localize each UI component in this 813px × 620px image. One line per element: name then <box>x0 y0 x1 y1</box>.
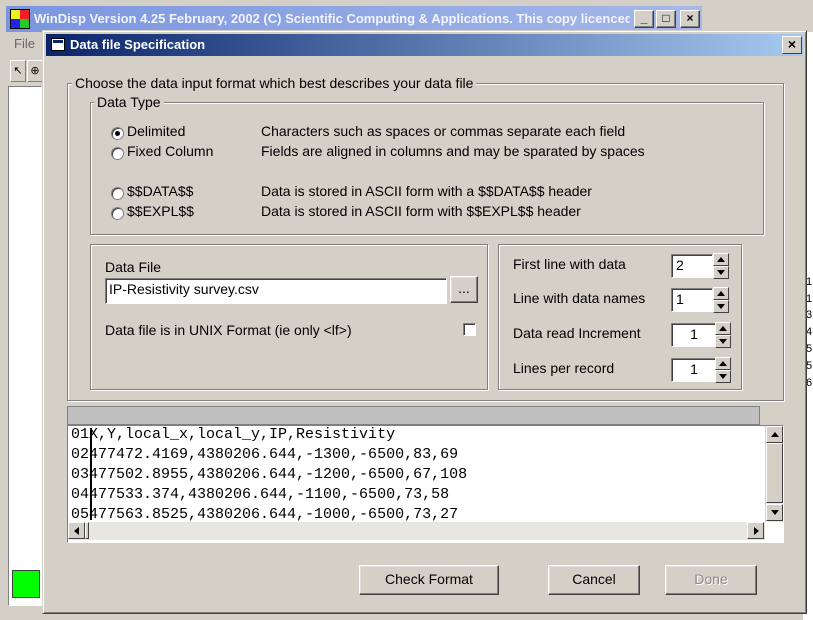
horizontal-scroll-thumb[interactable] <box>85 522 89 539</box>
data-type-group: Data Type Delimited Characters such as s… <box>90 94 764 235</box>
preview-line: 04477533.374,4380206.644,-1100,-6500,73,… <box>71 486 449 503</box>
spin-up-icon[interactable] <box>715 322 731 335</box>
line-text: 477472.4169,4380206.644,-1300,-6500,83,6… <box>89 446 459 463</box>
file-preview-pane[interactable]: 01X,Y,local_x,local_y,IP,Resistivity 024… <box>67 425 784 543</box>
minimize-button[interactable]: _ <box>634 10 654 28</box>
format-group: Choose the data input format which best … <box>67 75 784 401</box>
scroll-left-icon[interactable] <box>68 522 85 539</box>
option-fixed-column-description: Fields are aligned in columns and may be… <box>261 143 645 159</box>
spin-up-icon[interactable] <box>715 357 731 370</box>
spin-down-icon[interactable] <box>713 266 729 279</box>
background-toolbar: ↖ ⊕ <box>10 60 44 84</box>
option-expl-header-label[interactable]: $$EXPL$$ <box>127 203 194 219</box>
line-number: 02 <box>71 446 90 463</box>
increment-label: Data read Increment <box>513 325 641 341</box>
format-group-label: Choose the data input format which best … <box>72 75 477 91</box>
dialog-title: Data file Specification <box>70 37 206 52</box>
pointer-tool-icon[interactable]: ↖ <box>10 60 26 82</box>
radio-fixed-column[interactable] <box>111 147 124 160</box>
increment-spinner[interactable] <box>715 322 731 348</box>
names-line-spinner[interactable] <box>713 287 729 313</box>
spin-up-icon[interactable] <box>713 287 729 300</box>
names-line-label: Line with data names <box>513 290 646 306</box>
data-file-input[interactable]: IP-Resistivity survey.csv <box>105 278 447 304</box>
option-data-header-description: Data is stored in ASCII form with a $$DA… <box>261 183 592 199</box>
lines-per-record-spinner[interactable] <box>715 357 731 383</box>
background-title-bar: WinDisp Version 4.25 February, 2002 (C) … <box>6 6 702 32</box>
dialog-window-icon <box>51 38 65 51</box>
data-type-label: Data Type <box>94 94 164 110</box>
horizontal-scrollbar[interactable] <box>68 522 765 540</box>
spin-up-icon[interactable] <box>713 253 729 266</box>
option-expl-header-description: Data is stored in ASCII form with $$EXPL… <box>261 203 581 219</box>
maximize-button[interactable]: □ <box>656 10 676 28</box>
data-file-group: Data File IP-Resistivity survey.csv ... … <box>90 244 488 390</box>
line-text: 477533.374,4380206.644,-1100,-6500,73,58 <box>89 486 450 503</box>
spin-down-icon[interactable] <box>715 370 731 383</box>
background-window-title: WinDisp Version 4.25 February, 2002 (C) … <box>34 11 630 26</box>
scroll-up-icon[interactable] <box>766 426 783 443</box>
line-number-divider <box>90 428 92 520</box>
cancel-button[interactable]: Cancel <box>548 565 640 595</box>
preview-line: 05477563.8525,4380206.644,-1000,-6500,73… <box>71 506 458 523</box>
scroll-right-icon[interactable] <box>747 522 764 539</box>
first-line-label: First line with data <box>513 256 626 272</box>
line-settings-group: First line with data 2 Line with data na… <box>498 244 742 390</box>
windisp-app-icon <box>10 9 30 29</box>
option-fixed-column-label[interactable]: Fixed Column <box>127 143 213 159</box>
spin-down-icon[interactable] <box>713 300 729 313</box>
menu-file[interactable]: File <box>14 36 35 51</box>
first-line-spinner[interactable] <box>713 253 729 279</box>
names-line-input[interactable]: 1 <box>671 288 713 312</box>
zoom-tool-icon[interactable]: ⊕ <box>27 60 43 82</box>
spin-down-icon[interactable] <box>715 335 731 348</box>
unix-format-label: Data file is in UNIX Format (ie only <lf… <box>105 322 352 338</box>
data-file-label: Data File <box>105 259 162 275</box>
line-number: 05 <box>71 506 90 523</box>
lines-per-record-label: Lines per record <box>513 360 615 376</box>
radio-data-header[interactable] <box>111 187 124 200</box>
radio-delimited[interactable] <box>111 127 124 140</box>
preview-line: 02477472.4169,4380206.644,-1300,-6500,83… <box>71 446 458 463</box>
line-number: 03 <box>71 466 90 483</box>
data-file-specification-dialog: Data file Specification × Choose the dat… <box>42 30 807 614</box>
unix-format-checkbox[interactable] <box>463 323 476 336</box>
browse-button[interactable]: ... <box>450 276 478 303</box>
color-swatch[interactable] <box>12 570 40 598</box>
background-close-button[interactable]: × <box>680 10 700 28</box>
line-text: 477563.8525,4380206.644,-1000,-6500,73,2… <box>89 506 459 523</box>
background-left-panel <box>8 86 42 606</box>
line-number: 04 <box>71 486 90 503</box>
preview-line: 01X,Y,local_x,local_y,IP,Resistivity <box>71 426 395 443</box>
option-delimited-label[interactable]: Delimited <box>127 123 185 139</box>
line-text: 477502.8955,4380206.644,-1200,-6500,67,1… <box>89 466 468 483</box>
line-number: 01 <box>71 426 90 443</box>
scroll-down-icon[interactable] <box>766 504 783 521</box>
lines-per-record-input[interactable]: 1 <box>671 358 717 382</box>
vertical-scroll-thumb[interactable] <box>766 443 783 503</box>
preview-line: 03477502.8955,4380206.644,-1200,-6500,67… <box>71 466 467 483</box>
dialog-close-button[interactable]: × <box>782 36 802 54</box>
dialog-title-bar[interactable]: Data file Specification × <box>46 34 803 56</box>
first-line-input[interactable]: 2 <box>671 254 713 278</box>
line-text: X,Y,local_x,local_y,IP,Resistivity <box>89 426 396 443</box>
option-delimited-description: Characters such as spaces or commas sepa… <box>261 123 626 139</box>
radio-expl-header[interactable] <box>111 207 124 220</box>
check-format-button[interactable]: Check Format <box>359 565 499 595</box>
vertical-scrollbar[interactable] <box>765 426 783 522</box>
preview-header-bar <box>67 406 760 425</box>
done-button[interactable]: Done <box>665 565 757 595</box>
increment-input[interactable]: 1 <box>671 323 717 347</box>
option-data-header-label[interactable]: $$DATA$$ <box>127 183 193 199</box>
